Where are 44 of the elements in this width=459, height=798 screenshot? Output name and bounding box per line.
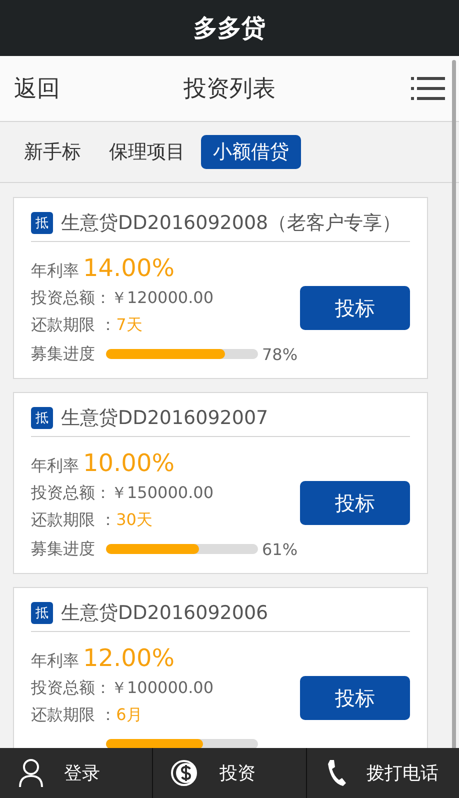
bid-button[interactable]: 投标 — [300, 286, 410, 330]
term-label: 还款期限 ： — [31, 510, 116, 531]
amount-label: 投资总额： — [31, 483, 111, 504]
amount-label: 投资总额： — [31, 288, 111, 309]
amount-value: ￥150000.00 — [111, 483, 214, 504]
bottom-tab[interactable]: 投资 — [152, 748, 306, 798]
amount-value: ￥100000.00 — [111, 678, 214, 699]
progress-label: 募集进度 — [31, 344, 95, 364]
scrollbar[interactable] — [452, 60, 456, 750]
bottom-tab[interactable]: 拨打电话 — [306, 748, 459, 798]
rate-label: 年利率 — [31, 651, 79, 672]
term-label: 还款期限 ： — [31, 315, 116, 336]
back-link[interactable]: 返回 — [14, 73, 94, 104]
progress-percent: 78% — [262, 344, 298, 364]
progress-label: 募集进度 — [31, 538, 95, 560]
loan-name: 生意贷DD2016092007 — [61, 406, 268, 431]
tab[interactable]: 新手标 — [12, 135, 93, 169]
badge: 抵 — [31, 407, 53, 429]
badge: 抵 — [31, 212, 53, 234]
rate-value: 12.00% — [83, 644, 175, 672]
rate-value: 14.00% — [83, 254, 175, 282]
term-value: 6月 — [116, 705, 142, 726]
badge: 抵 — [31, 602, 53, 624]
bid-button[interactable]: 投标 — [300, 676, 410, 720]
tab[interactable]: 保理项目 — [97, 135, 197, 169]
rate-value: 10.00% — [83, 449, 175, 477]
amount-value: ￥120000.00 — [111, 288, 214, 309]
user-icon — [18, 758, 44, 788]
menu-icon[interactable] — [411, 76, 445, 100]
bid-button[interactable]: 投标 — [300, 481, 410, 525]
loan-name: 生意贷DD2016092006 — [61, 601, 268, 626]
tab[interactable]: 小额借贷 — [201, 135, 301, 169]
progress-percent: 61% — [262, 540, 298, 558]
amount-label: 投资总额： — [31, 678, 111, 699]
term-value: 7天 — [116, 315, 142, 336]
coin-icon — [171, 759, 200, 787]
bottom-tab[interactable]: 登录 — [0, 748, 152, 798]
term-value: 30天 — [116, 510, 152, 531]
rate-label: 年利率 — [31, 456, 79, 477]
loan-name: 生意贷DD2016092008（老客户专享） — [61, 211, 402, 236]
window-title: 多多贷 — [194, 13, 266, 44]
term-label: 还款期限 ： — [31, 705, 116, 726]
page-title: 投资列表 — [182, 75, 276, 104]
rate-label: 年利率 — [31, 261, 79, 282]
